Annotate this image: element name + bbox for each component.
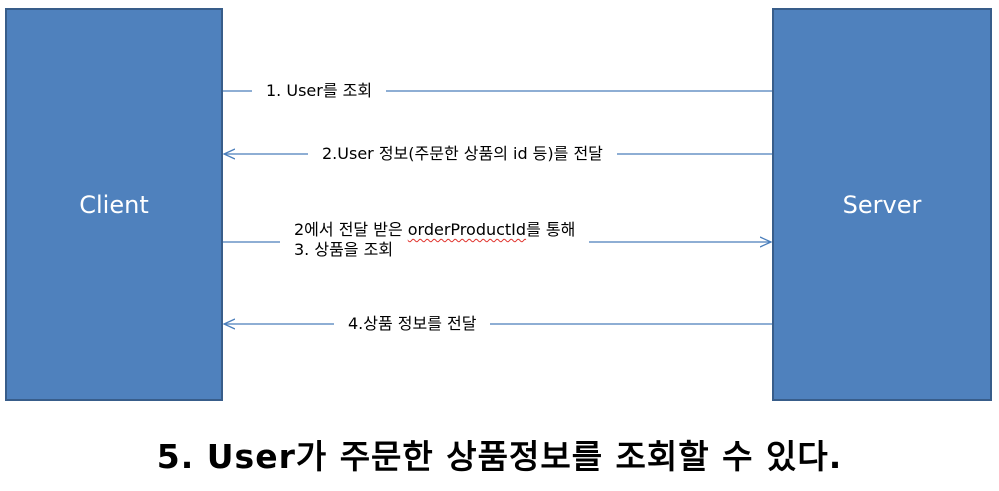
message-step3-line1: 2에서 전달 받은 orderProductId를 통해 — [294, 220, 575, 240]
message-step1: 1. User를 조회 — [252, 81, 387, 101]
message-step3-line2: 3. 상품을 조회 — [294, 240, 394, 259]
message-step2: 2.User 정보(주문한 상품의 id 등)를 전달 — [308, 144, 617, 164]
diagram-caption: 5. User가 주문한 상품정보를 조회할 수 있다. — [156, 437, 843, 476]
message-step4: 4.상품 정보를 전달 — [334, 314, 491, 334]
message-step3-suffix: 를 통해 — [526, 220, 576, 239]
order-product-id-term: orderProductId — [407, 220, 527, 239]
message-step3-prefix: 2에서 전달 받은 — [294, 220, 408, 239]
message-step3: 2에서 전달 받은 orderProductId를 통해 3. 상품을 조회 — [280, 220, 590, 260]
